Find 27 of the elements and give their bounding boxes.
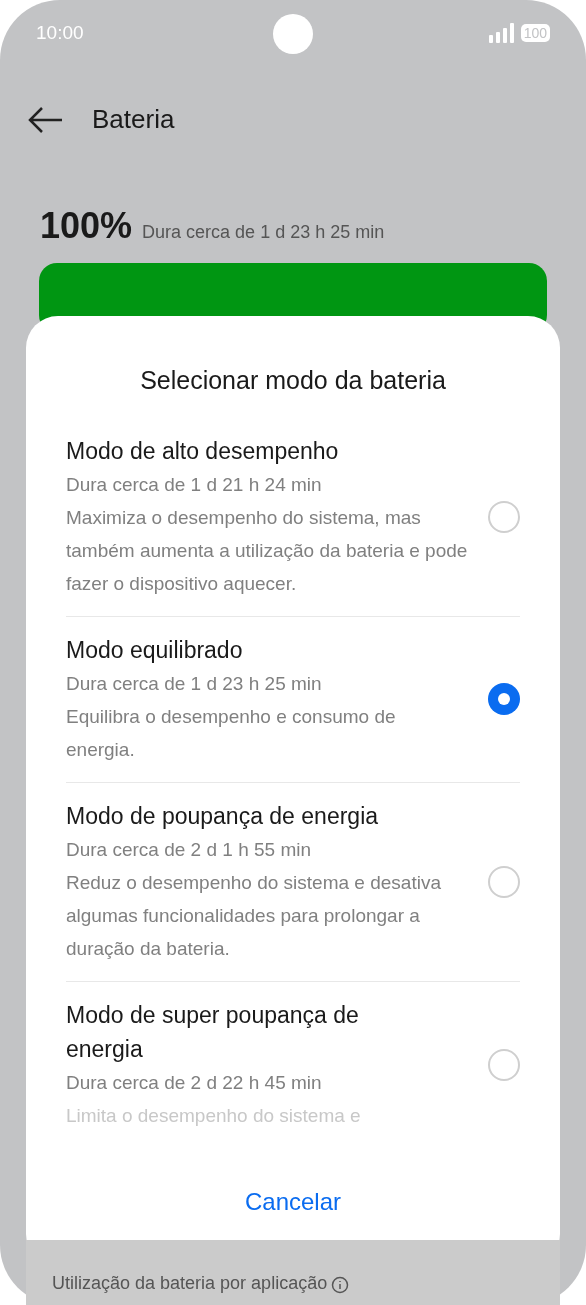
app-usage-label: Utilização da bateria por aplicação [52, 1272, 328, 1295]
mode-title[interactable]: Modo de alto desempenho [66, 433, 468, 468]
mode-title[interactable]: Modo de poupança de energia [66, 798, 468, 833]
signal-icon [488, 23, 515, 43]
camera-cutout [273, 14, 313, 54]
mode-description: Equilibra o desempenho e consumo de energia. [66, 704, 397, 762]
status-time: 10:00 [36, 20, 84, 45]
sheet-title: Selecionar modo da bateria [139, 365, 447, 396]
mode-duration: Dura cerca de 2 d 1 h 55 min [66, 837, 313, 862]
battery-estimate: Dura cerca de 1 d 23 h 25 min [142, 221, 385, 244]
battery-indicator: 100 [520, 24, 550, 42]
back-arrow-icon[interactable] [28, 105, 64, 134]
radio-button[interactable] [488, 865, 520, 898]
radio-button[interactable] [488, 1048, 520, 1081]
battery-percent: 100% [40, 204, 133, 248]
mode-title[interactable]: Modo equilibrado [66, 632, 468, 667]
mode-title[interactable]: Modo de super poupança de energia [66, 997, 468, 1066]
radio-button[interactable] [488, 500, 520, 533]
mode-duration: Dura cerca de 1 d 21 h 24 min [66, 472, 323, 497]
radio-button[interactable] [488, 683, 520, 715]
mode-description: Maximiza o desempenho do sistema, mas também aumenta a utilização da bateria e pode fazer o dispositivo aquecer. [66, 505, 468, 596]
mode-duration: Dura cerca de 2 d 22 h 45 min [66, 1070, 323, 1095]
info-icon[interactable] [331, 1276, 350, 1294]
cancel-button[interactable]: Cancelar [244, 1183, 341, 1220]
page-title: Bateria [92, 103, 175, 136]
mode-duration: Dura cerca de 1 d 23 h 25 min [66, 671, 323, 696]
mode-description: Reduz o desempenho do sistema e desativa algumas funcionalidades para prolongar a duração da bateria. [66, 870, 442, 961]
